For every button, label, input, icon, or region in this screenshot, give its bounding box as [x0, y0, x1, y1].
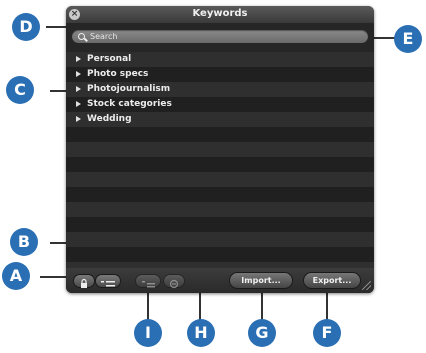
callout-i: I — [134, 319, 162, 347]
callout-a: A — [2, 262, 30, 290]
add-subkeyword-icon — [142, 281, 155, 288]
lock-keywords-button[interactable] — [74, 275, 94, 288]
callout-b: B — [10, 228, 38, 256]
callout-h: H — [187, 319, 215, 347]
keyword-label: Photo specs — [87, 69, 149, 79]
resize-grip[interactable] — [362, 281, 371, 290]
search-input[interactable] — [90, 30, 360, 43]
import-button[interactable]: Import... — [230, 273, 292, 288]
delete-keyword-button[interactable] — [164, 275, 184, 289]
keyword-item-stock-categories[interactable]: Stock categories — [66, 97, 374, 112]
keyword-item-wedding[interactable]: Wedding — [66, 112, 374, 127]
delete-icon — [169, 279, 179, 289]
disclosure-triangle-icon[interactable] — [76, 70, 81, 77]
disclosure-triangle-icon[interactable] — [76, 100, 81, 107]
callout-e: E — [394, 25, 422, 53]
keyword-item-photojournalism[interactable]: Photojournalism — [66, 82, 374, 97]
bottom-toolbar: Import... Export... — [66, 268, 374, 293]
keyword-label: Personal — [87, 54, 132, 64]
keyword-item-photo-specs[interactable]: Photo specs — [66, 67, 374, 82]
callout-line-c — [50, 90, 66, 92]
title-bar[interactable]: × Keywords — [66, 6, 374, 23]
keywords-hud-window: × Keywords Personal Photo specs Photojou… — [66, 6, 374, 293]
keyword-label: Stock categories — [87, 99, 172, 109]
disclosure-triangle-icon[interactable] — [76, 55, 81, 62]
callout-f: F — [313, 319, 341, 347]
disclosure-triangle-icon[interactable] — [76, 85, 81, 92]
keyword-label: Photojournalism — [87, 84, 171, 94]
callout-g: G — [248, 319, 276, 347]
new-keyword-button[interactable] — [96, 275, 120, 287]
callout-line-d — [46, 26, 68, 28]
lock-icon — [81, 278, 87, 288]
callout-d: D — [12, 13, 40, 41]
keyword-item-personal[interactable]: Personal — [66, 52, 374, 67]
keyword-list[interactable]: Personal Photo specs Photojournalism Sto… — [66, 52, 374, 268]
disclosure-triangle-icon[interactable] — [76, 115, 81, 122]
search-icon — [78, 33, 85, 40]
search-field[interactable] — [72, 30, 368, 43]
keyword-label: Wedding — [87, 114, 132, 124]
export-button[interactable]: Export... — [304, 273, 360, 288]
window-title: Keywords — [192, 8, 248, 19]
new-subkeyword-button[interactable] — [136, 275, 160, 288]
callout-c: C — [6, 76, 34, 104]
add-keyword-icon — [101, 281, 115, 287]
